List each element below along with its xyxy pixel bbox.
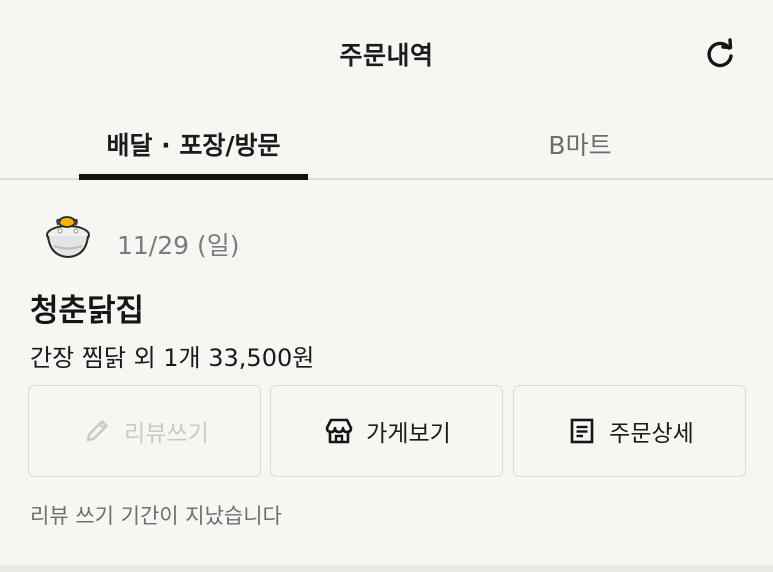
- page-title: 주문내역: [339, 41, 434, 70]
- order-card: 11/29 (일) 청춘닭집 간장 찜닭 외 1개 33,500원 리뷰쓰기 가…: [0, 182, 773, 562]
- order-history-screen: 주문내역 배달 · 포장/방문 B마트 11/29 (일) 청춘닭집 간장 찜닭…: [0, 0, 773, 572]
- order-tabs: 배달 · 포장/방문 B마트: [0, 110, 773, 180]
- order-detail-button[interactable]: 주문상세: [513, 385, 746, 477]
- header: 주문내역: [0, 0, 773, 105]
- review-period-notice: 리뷰 쓰기 기간이 지났습니다: [30, 504, 282, 528]
- order-detail-label: 주문상세: [609, 421, 694, 447]
- view-store-button[interactable]: 가게보기: [270, 385, 503, 477]
- order-summary: 간장 찜닭 외 1개 33,500원: [30, 344, 315, 372]
- section-divider: [0, 565, 773, 572]
- order-date: 11/29 (일): [117, 231, 240, 260]
- rice-bowl-icon: [46, 216, 90, 259]
- refresh-icon: [707, 38, 733, 68]
- tab-delivery-pickup[interactable]: 배달 · 포장/방문: [79, 110, 308, 180]
- tab-label: 배달 · 포장/방문: [106, 131, 281, 160]
- view-store-label: 가게보기: [366, 421, 451, 447]
- write-review-button[interactable]: 리뷰쓰기: [28, 385, 261, 477]
- receipt-icon: [565, 414, 599, 448]
- store-icon: [322, 414, 356, 448]
- pencil-icon: [80, 414, 114, 448]
- tab-label: B마트: [548, 131, 612, 160]
- store-logo: [42, 210, 94, 262]
- store-name[interactable]: 청춘닭집: [30, 285, 144, 330]
- refresh-button[interactable]: [700, 34, 740, 74]
- tab-bmart[interactable]: B마트: [462, 110, 698, 178]
- write-review-label: 리뷰쓰기: [124, 421, 209, 447]
